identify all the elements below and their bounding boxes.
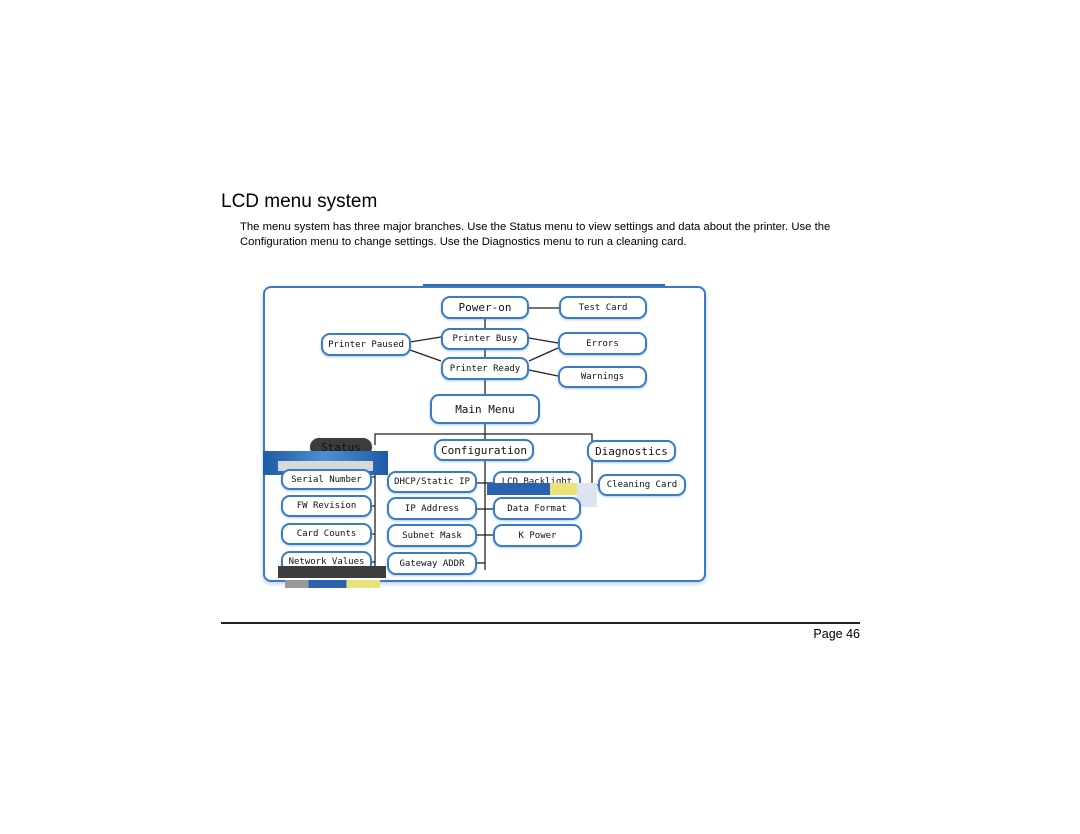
node-gateway-addr: Gateway ADDR xyxy=(387,552,477,575)
connector-ready-errors xyxy=(528,347,559,362)
node-printer-busy: Printer Busy xyxy=(441,328,529,350)
network-values-artifact-2 xyxy=(285,580,380,588)
footer-divider xyxy=(221,622,860,624)
lcd-backlight-artifact xyxy=(487,483,577,495)
node-errors: Errors xyxy=(558,332,647,355)
page-number: Page 46 xyxy=(813,627,860,641)
node-fw-revision: FW Revision xyxy=(281,495,372,517)
connector-ready-warnings xyxy=(528,369,559,377)
connector-paused-ready xyxy=(409,349,442,362)
node-main-menu: Main Menu xyxy=(430,394,540,424)
node-cleaning-card: Cleaning Card xyxy=(598,474,686,496)
node-test-card: Test Card xyxy=(559,296,647,319)
node-printer-paused: Printer Paused xyxy=(321,333,411,356)
node-card-counts: Card Counts xyxy=(281,523,372,545)
node-data-format: Data Format xyxy=(493,497,581,520)
node-diagnostics: Diagnostics xyxy=(587,440,676,462)
node-ip-address: IP Address xyxy=(387,497,477,520)
node-serial-number: Serial Number xyxy=(281,469,372,490)
node-subnet-mask: Subnet Mask xyxy=(387,524,477,547)
node-warnings: Warnings xyxy=(558,366,647,388)
network-values-artifact xyxy=(278,566,386,578)
node-configuration: Configuration xyxy=(434,439,534,461)
node-power-on: Power-on xyxy=(441,296,529,319)
connector-paused-busy xyxy=(409,336,442,343)
node-k-power: K Power xyxy=(493,524,582,547)
connector-busy-errors xyxy=(528,337,559,344)
node-printer-ready: Printer Ready xyxy=(441,357,529,380)
diagram-connectors xyxy=(372,307,598,570)
node-dhcp-static-ip: DHCP/Static IP xyxy=(387,471,477,493)
